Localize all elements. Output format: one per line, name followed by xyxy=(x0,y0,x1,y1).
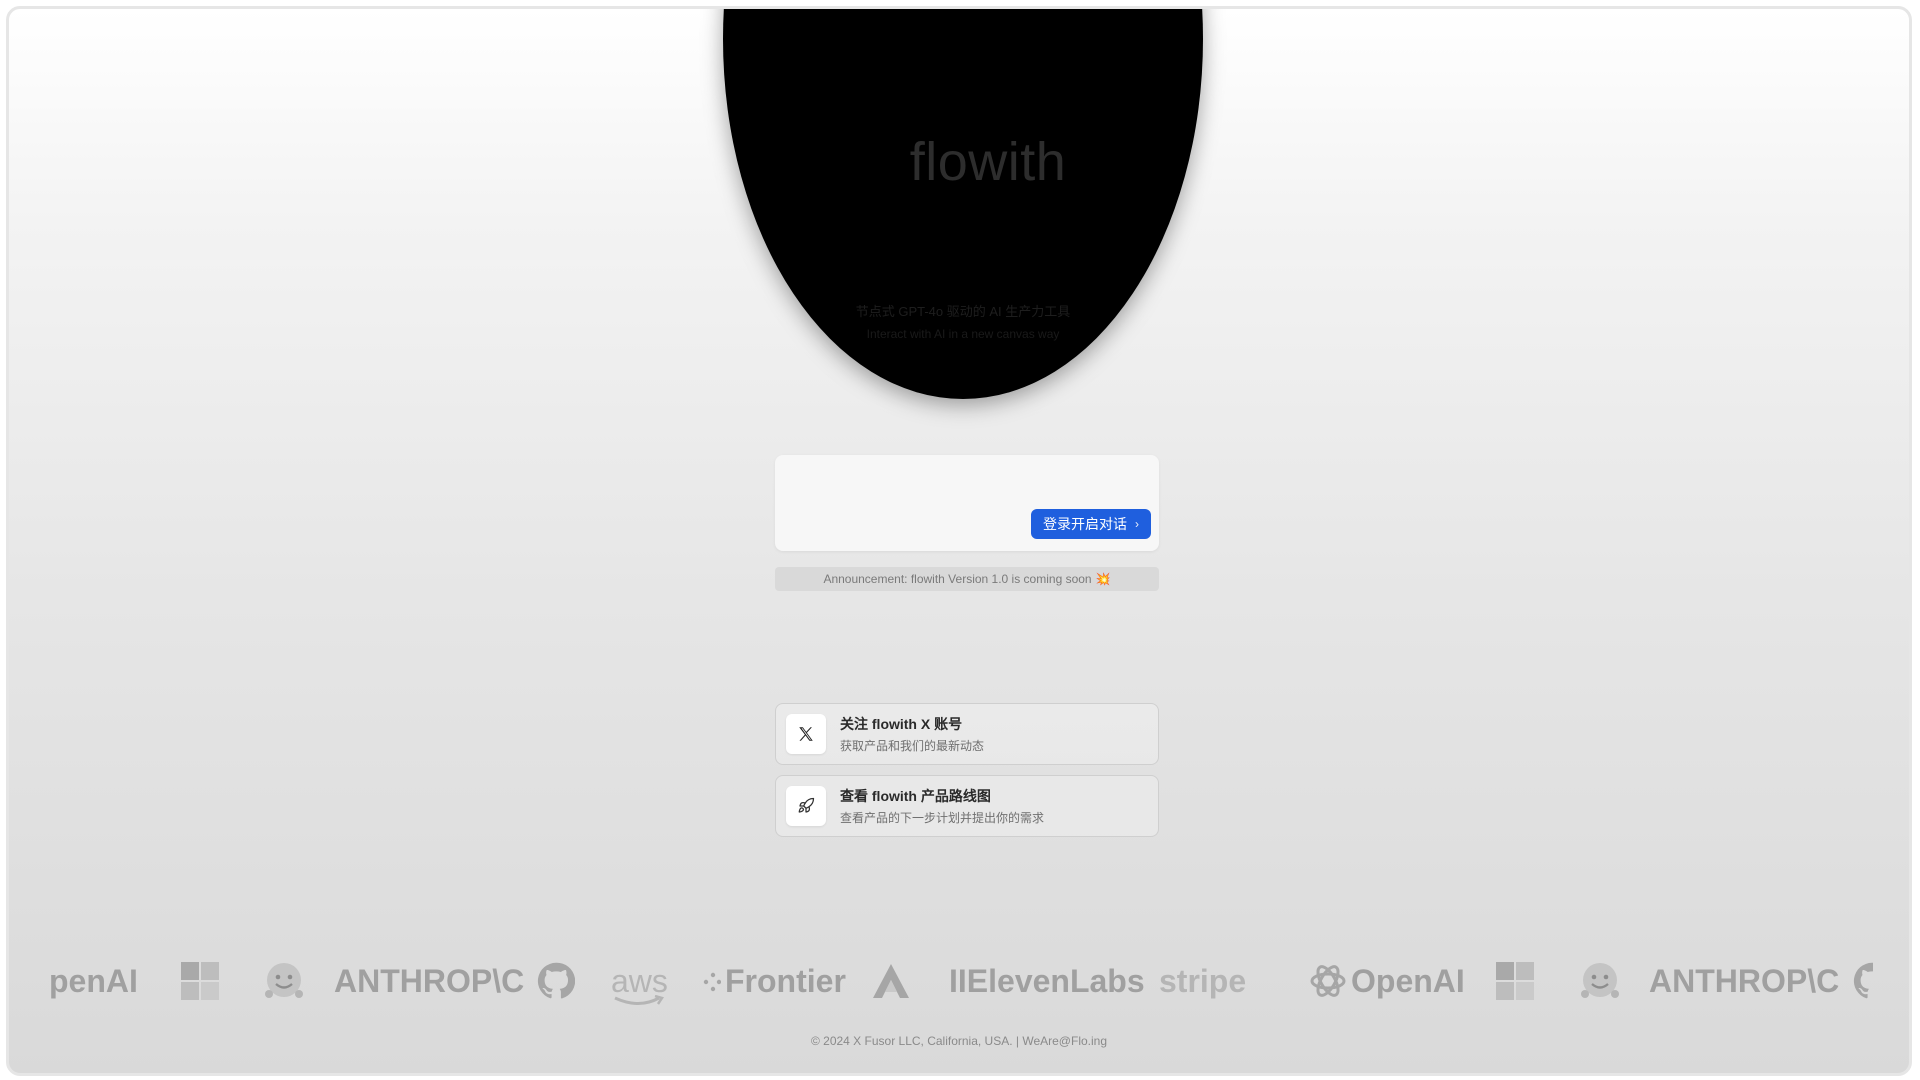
aws-logo-text: aws xyxy=(611,963,668,999)
follow-x-card[interactable]: 关注 flowith X 账号 获取产品和我们的最新动态 xyxy=(775,703,1159,765)
anthropic-logo: ANTHROP\C xyxy=(334,962,525,999)
footer-copyright[interactable]: © 2024 X Fusor LLC, California, USA. | W… xyxy=(9,1034,1909,1048)
elevenlabs-logo: IIElevenLabs xyxy=(949,962,1145,999)
aws-logo: aws xyxy=(611,953,668,1009)
anthropic-logo: ANTHROP\C xyxy=(1649,962,1840,999)
microsoft-logo-icon xyxy=(1496,953,1534,1009)
huggingface-logo-icon xyxy=(1579,953,1621,1009)
roadmap-card[interactable]: 查看 flowith 产品路线图 查看产品的下一步计划并提出你的需求 xyxy=(775,775,1159,837)
github-logo-icon-partial xyxy=(1853,953,1873,1009)
openai-logo-partial: penAI xyxy=(49,962,138,999)
card-title: 查看 flowith 产品路线图 xyxy=(840,788,991,804)
announcement-bar[interactable]: Announcement: flowith Version 1.0 is com… xyxy=(775,567,1159,591)
announcement-text: Announcement: flowith Version 1.0 is com… xyxy=(823,572,1092,586)
huggingface-logo-icon xyxy=(263,953,305,1009)
tagline-en: Interact with AI in a new canvas way xyxy=(866,327,1060,341)
chat-input-box[interactable]: 登录开启对话 › xyxy=(775,455,1159,551)
tagline-cn: 节点式 GPT-4o 驱动的 AI 生产力工具 xyxy=(855,304,1071,319)
stripe-logo: stripe xyxy=(1159,962,1247,999)
openai-logo-text: OpenAI xyxy=(1351,962,1465,999)
github-logo-icon xyxy=(537,953,575,1009)
frontier-logo: Frontier xyxy=(699,953,846,1009)
x-logo-icon xyxy=(786,714,826,754)
rocket-icon xyxy=(786,786,826,826)
frontier-logo-text: Frontier xyxy=(725,962,846,999)
app-window: flowith 节点式 GPT-4o 驱动的 AI 生产力工具 Interact… xyxy=(6,6,1912,1076)
hero: flowith 节点式 GPT-4o 驱动的 AI 生产力工具 Interact… xyxy=(723,9,1203,399)
aleph-alpha-logo-icon xyxy=(871,953,911,1009)
partner-logos-marquee: penAI ANTHROP\C aws Frontier IIElevenLab… xyxy=(49,953,1873,1009)
card-title: 关注 flowith X 账号 xyxy=(840,716,963,732)
card-subtitle: 查看产品的下一步计划并提出你的需求 xyxy=(840,811,1045,825)
login-button-label: 登录开启对话 xyxy=(1043,516,1127,532)
card-subtitle: 获取产品和我们的最新动态 xyxy=(840,739,985,753)
microsoft-logo-icon xyxy=(181,953,219,1009)
login-start-chat-button[interactable]: 登录开启对话 › xyxy=(1031,509,1151,539)
sparkle-emoji-icon: 💥 xyxy=(1095,572,1111,586)
chevron-right-icon: › xyxy=(1135,517,1139,531)
openai-logo: OpenAI xyxy=(1309,953,1465,1009)
brand-title: flowith xyxy=(909,132,1067,192)
